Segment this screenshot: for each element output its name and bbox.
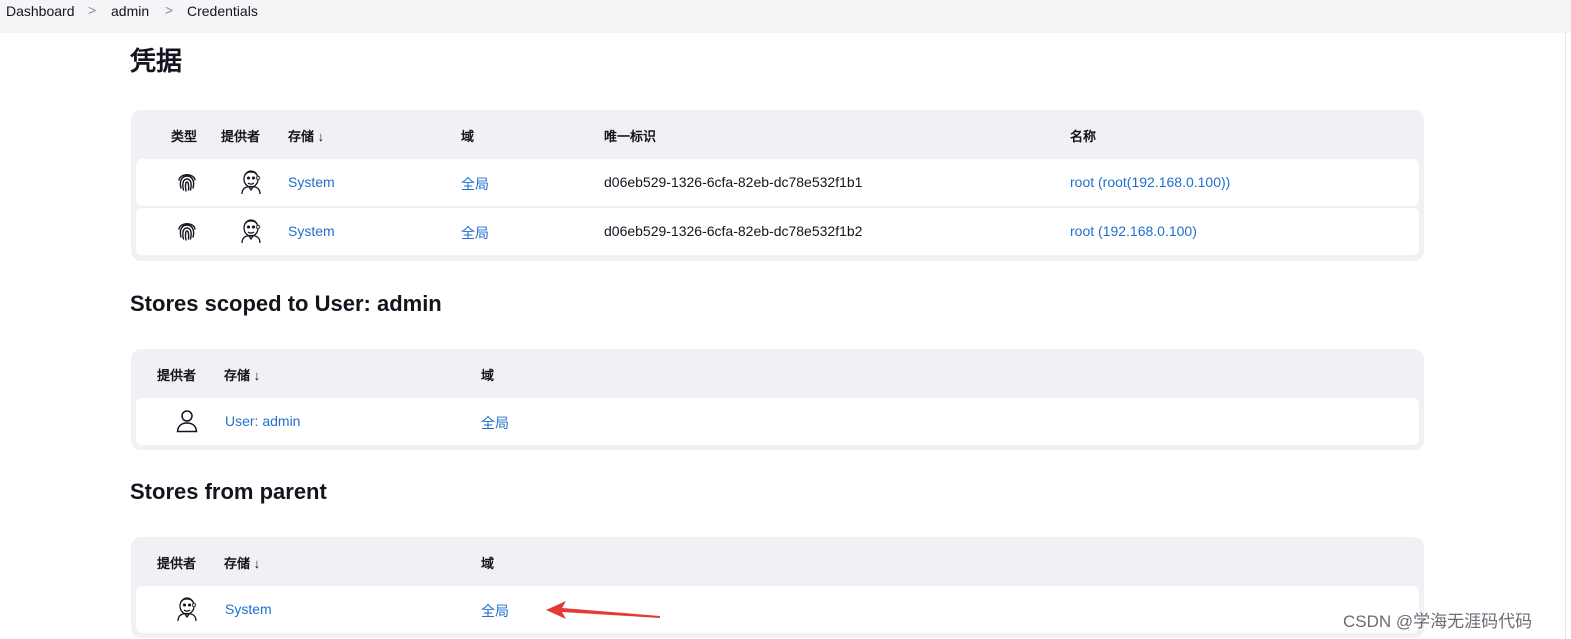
credential-id: d06eb529-1326-6cfa-82eb-dc78e532f1b1 [604, 174, 863, 190]
page-edge-divider [1565, 33, 1566, 639]
column-header-store[interactable]: 存储 ↓ [288, 126, 324, 145]
breadcrumb-dashboard[interactable]: Dashboard [6, 3, 75, 19]
column-header-name[interactable]: 名称 [1070, 126, 1096, 145]
column-header-provider[interactable]: 提供者 [157, 365, 196, 384]
watermark: CSDN @学海无涯码代码 [1343, 612, 1533, 631]
breadcrumb: Dashboard > admin > Credentials [0, 0, 1571, 33]
column-header-store[interactable]: 存储 ↓ [224, 365, 260, 384]
table-row: System 全局 d06eb529-1326-6cfa-82eb-dc78e5… [136, 159, 1419, 206]
fingerprint-icon [178, 223, 196, 241]
user-icon [176, 410, 198, 433]
domain-link[interactable]: 全局 [461, 174, 489, 194]
jenkins-butler-icon [241, 219, 261, 244]
credential-id: d06eb529-1326-6cfa-82eb-dc78e532f1b2 [604, 223, 863, 239]
column-header-type[interactable]: 类型 [171, 126, 197, 145]
domain-link[interactable]: 全局 [461, 223, 489, 243]
table-row: System 全局 [136, 586, 1419, 633]
breadcrumb-separator: > [88, 2, 97, 18]
store-link[interactable]: System [288, 223, 335, 239]
table-row: System 全局 d06eb529-1326-6cfa-82eb-dc78e5… [136, 208, 1419, 255]
column-header-id[interactable]: 唯一标识 [604, 126, 656, 145]
column-header-store[interactable]: 存储 ↓ [224, 553, 260, 572]
user-stores-title: Stores scoped to User: admin [130, 291, 442, 316]
credential-name-link[interactable]: root (192.168.0.100) [1070, 223, 1197, 239]
column-header-domain[interactable]: 域 [481, 553, 494, 572]
column-header-provider[interactable]: 提供者 [221, 126, 260, 145]
parent-stores-table: 提供者 存储 ↓ 域 System 全局 [131, 537, 1424, 638]
breadcrumb-admin[interactable]: admin [111, 3, 149, 19]
store-link[interactable]: User: admin [225, 413, 300, 429]
jenkins-butler-icon [177, 597, 197, 622]
page-title: 凭据 [130, 46, 183, 76]
column-header-provider[interactable]: 提供者 [157, 553, 196, 572]
credentials-table: 类型 提供者 存储 ↓ 域 唯一标识 名称 System 全局 d06eb529… [131, 110, 1424, 261]
fingerprint-icon [178, 174, 196, 192]
annotation-arrow-icon [546, 601, 660, 619]
store-link[interactable]: System [288, 174, 335, 190]
credential-name-link[interactable]: root (root(192.168.0.100)) [1070, 174, 1230, 190]
parent-stores-title: Stores from parent [130, 479, 327, 504]
breadcrumb-credentials[interactable]: Credentials [187, 3, 258, 19]
domain-link[interactable]: 全局 [481, 413, 509, 433]
jenkins-butler-icon [241, 170, 261, 195]
column-header-domain[interactable]: 域 [461, 126, 474, 145]
domain-link[interactable]: 全局 [481, 601, 509, 621]
breadcrumb-separator: > [165, 2, 174, 18]
table-row: User: admin 全局 [136, 398, 1419, 445]
store-link[interactable]: System [225, 601, 272, 617]
column-header-domain[interactable]: 域 [481, 365, 494, 384]
user-stores-table: 提供者 存储 ↓ 域 User: admin 全局 [131, 349, 1424, 450]
